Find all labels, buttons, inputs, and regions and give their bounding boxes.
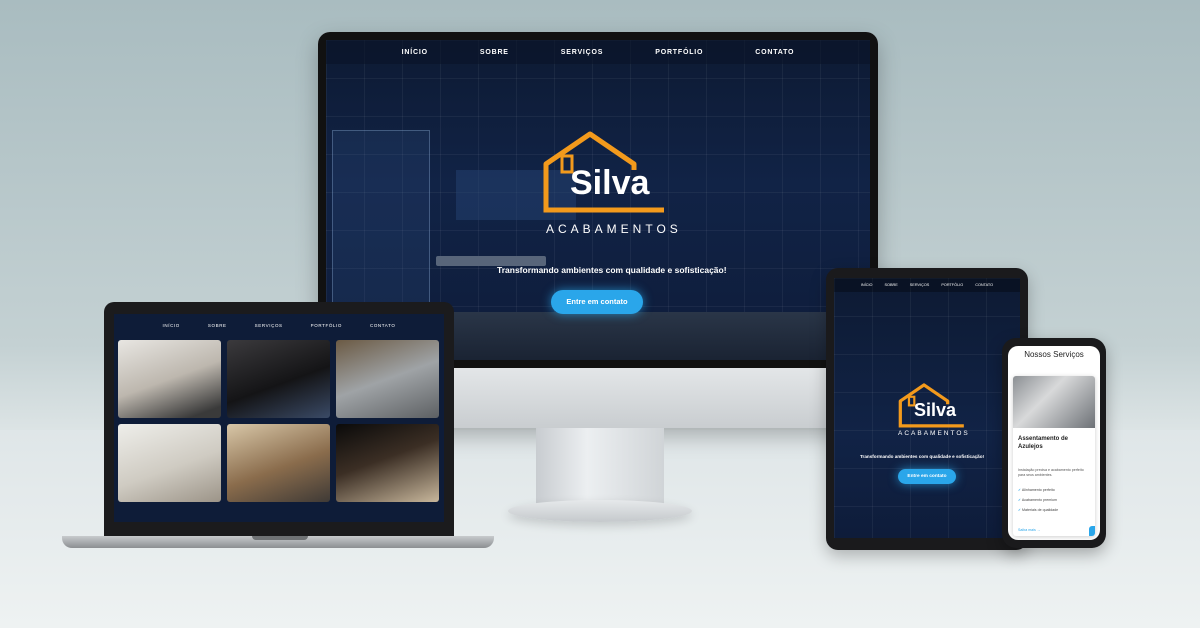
nav-link-inicio[interactable]: INÍCIO xyxy=(402,49,428,56)
nav-link-contato[interactable]: CONTATO xyxy=(975,283,993,287)
card-title: Assentamento de Azulejos xyxy=(1018,436,1069,450)
rustic-kitchen-photo[interactable] xyxy=(227,424,330,502)
kitchen-dark-photo[interactable] xyxy=(227,340,330,418)
nav-link-portfolio[interactable]: PORTFÓLIO xyxy=(311,323,342,328)
logo-name: Silva xyxy=(570,164,650,202)
kitchen-steel-photo[interactable] xyxy=(336,340,439,418)
tablet-nav: INÍCIO SOBRE SERVIÇOS PORTFÓLIO CONTATO xyxy=(834,278,1020,292)
check-icon: ✓ xyxy=(1018,488,1022,492)
contact-button[interactable]: Entre em contato xyxy=(551,290,643,314)
nav-link-inicio[interactable]: INÍCIO xyxy=(861,283,873,287)
nav-link-sobre[interactable]: SOBRE xyxy=(208,323,227,328)
logo-subtitle: ACABAMENTOS xyxy=(898,430,970,437)
monitor-base xyxy=(508,500,692,522)
laptop-screen: INÍCIO SOBRE SERVIÇOS PORTFÓLIO CONTATO xyxy=(114,314,444,522)
hero-tagline: Transformando ambientes com qualidade e … xyxy=(860,454,985,459)
feature-item: ✓ Acabamento premium xyxy=(1018,498,1057,502)
nav-link-contato[interactable]: CONTATO xyxy=(370,323,395,328)
nav-link-servicos[interactable]: SERVIÇOS xyxy=(910,283,930,287)
bathroom-photo[interactable] xyxy=(118,340,221,418)
smartphone: Nossos Serviços Assentamento de Azulejos… xyxy=(1002,338,1106,548)
nav-link-servicos[interactable]: SERVIÇOS xyxy=(561,49,603,56)
scroll-top-button[interactable] xyxy=(1089,526,1095,536)
hero-tagline: Transformando ambientes com qualidade e … xyxy=(497,265,727,275)
shower-glass xyxy=(332,130,430,314)
nav-link-portfolio[interactable]: PORTFÓLIO xyxy=(941,283,963,287)
tiling-photo xyxy=(1013,376,1095,428)
check-icon: ✓ xyxy=(1018,508,1022,512)
laptop-notch xyxy=(252,536,308,540)
nav-link-contato[interactable]: CONTATO xyxy=(755,49,794,56)
laptop-nav: INÍCIO SOBRE SERVIÇOS PORTFÓLIO CONTATO xyxy=(114,314,444,336)
laptop: INÍCIO SOBRE SERVIÇOS PORTFÓLIO CONTATO xyxy=(104,302,454,536)
section-title: Nossos Serviços xyxy=(1024,350,1084,359)
card-description: Instalação precisa e acabamento perfeito… xyxy=(1018,468,1084,478)
contact-button[interactable]: Entre em contato xyxy=(898,469,956,484)
logo-name: Silva xyxy=(914,400,957,420)
nav-link-sobre[interactable]: SOBRE xyxy=(480,49,509,56)
nav-link-sobre[interactable]: SOBRE xyxy=(884,283,897,287)
desktop-nav: INÍCIO SOBRE SERVIÇOS PORTFÓLIO CONTATO xyxy=(326,40,870,64)
learn-more-link[interactable]: Saiba mais → xyxy=(1018,528,1040,532)
check-icon: ✓ xyxy=(1018,498,1022,502)
tablet-screen: INÍCIO SOBRE SERVIÇOS PORTFÓLIO CONTATO … xyxy=(834,278,1020,538)
logo-subtitle: ACABAMENTOS xyxy=(546,222,682,236)
nav-link-servicos[interactable]: SERVIÇOS xyxy=(255,323,283,328)
tablet: INÍCIO SOBRE SERVIÇOS PORTFÓLIO CONTATO … xyxy=(826,268,1028,550)
empty-room-photo[interactable] xyxy=(118,424,221,502)
nav-link-inicio[interactable]: INÍCIO xyxy=(163,323,180,328)
service-card[interactable]: Assentamento de Azulejos Instalação prec… xyxy=(1013,376,1095,536)
feature-item: ✓ Alinhamento perfeito xyxy=(1018,488,1055,492)
phone-screen: Nossos Serviços Assentamento de Azulejos… xyxy=(1008,346,1100,540)
nav-link-portfolio[interactable]: PORTFÓLIO xyxy=(655,49,703,56)
feature-item: ✓ Materiais de qualidade xyxy=(1018,508,1059,512)
portfolio-grid xyxy=(118,340,440,502)
flooring-install-photo[interactable] xyxy=(336,424,439,502)
